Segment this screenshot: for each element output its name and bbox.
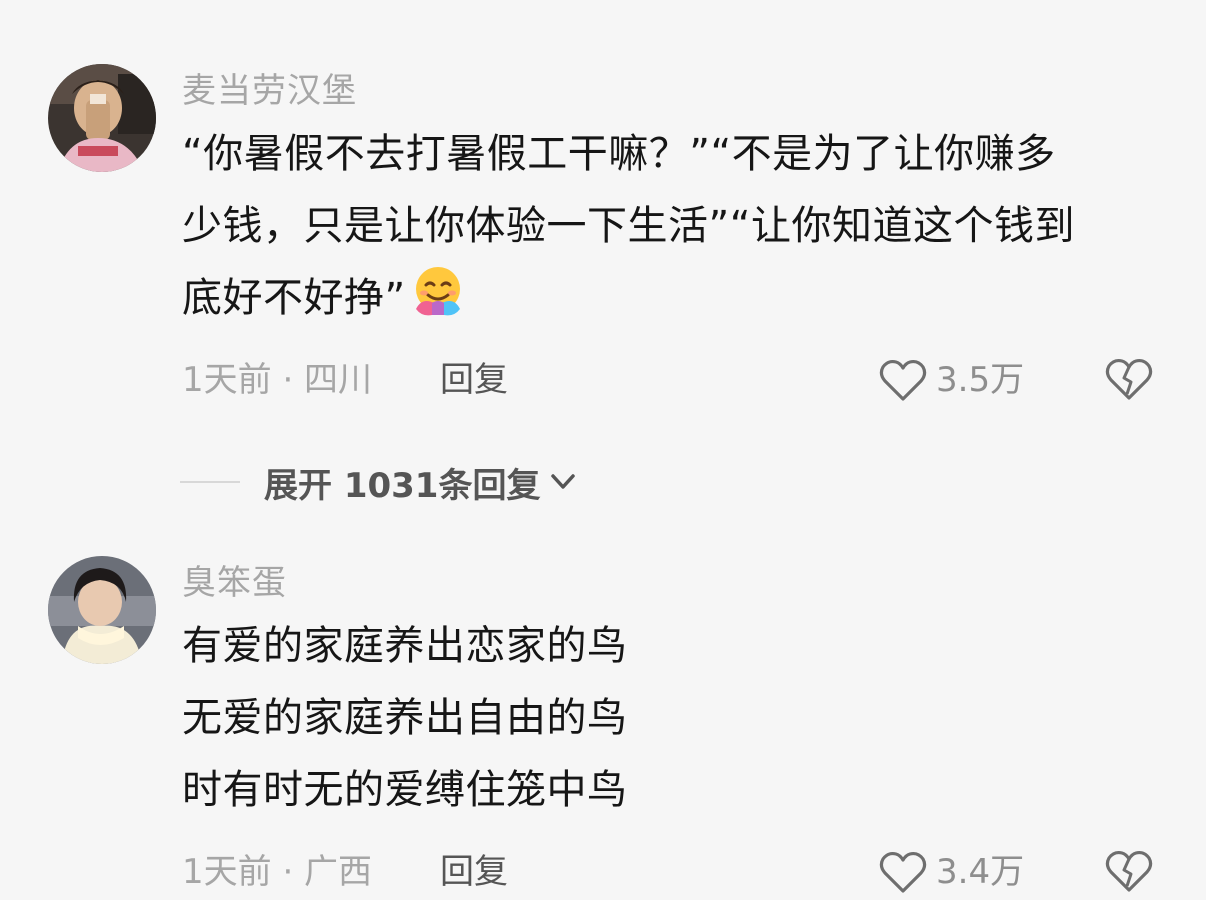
comment-text-line: 少钱，只是让你体验一下生活”“让你知道这个钱到 — [182, 203, 1075, 249]
comment-text-line: 有爱的家庭养出恋家的鸟 — [182, 623, 628, 669]
heart-outline-icon — [879, 359, 927, 401]
broken-heart-icon[interactable] — [1104, 356, 1154, 402]
comment-username[interactable]: 麦当劳汉堡 — [182, 64, 1172, 118]
like-button[interactable]: 3.5万 — [878, 348, 1024, 412]
chevron-down-icon[interactable] — [548, 470, 578, 494]
reply-button[interactable]: 回复 — [440, 348, 508, 412]
reply-button[interactable]: 回复 — [440, 840, 508, 900]
comment-list: 麦当劳汉堡 “你暑假不去打暑假工干嘛？”“不是为了让你赚多 少钱，只是让你体验一… — [0, 0, 1206, 900]
expand-replies-label[interactable]: 展开 1031条回复 — [264, 458, 540, 507]
comment-text-line: 底好不好挣” — [182, 262, 1172, 334]
like-button[interactable]: 3.4万 — [878, 840, 1024, 900]
hugging-face-emoji-icon — [410, 263, 466, 319]
comment-text-line: 无爱的家庭养出自由的鸟 — [182, 695, 628, 741]
comment-text-line: “你暑假不去打暑假工干嘛？”“不是为了让你赚多 — [182, 131, 1056, 177]
comment-time-location: 1天前 · 四川 — [182, 360, 373, 400]
comment-text-line: 时有时无的爱缚住笼中鸟 — [182, 767, 628, 813]
comment-meta: 1天前 · 四川 回复 3.5万 — [182, 348, 1172, 412]
like-count: 3.4万 — [936, 852, 1025, 892]
comment-meta: 1天前 · 广西 回复 3.4万 — [182, 840, 1172, 900]
avatar[interactable] — [48, 556, 156, 664]
heart-outline-icon — [879, 851, 927, 893]
comment-time-location: 1天前 · 广西 — [182, 852, 373, 892]
avatar[interactable] — [48, 64, 156, 172]
expand-replies[interactable]: 展开 1031条回复 — [180, 452, 578, 512]
like-count: 3.5万 — [936, 360, 1025, 400]
divider — [180, 481, 240, 483]
broken-heart-icon[interactable] — [1104, 848, 1154, 894]
comment-username[interactable]: 臭笨蛋 — [182, 556, 1172, 610]
comment-text-fragment: 底好不好挣” — [182, 275, 406, 321]
